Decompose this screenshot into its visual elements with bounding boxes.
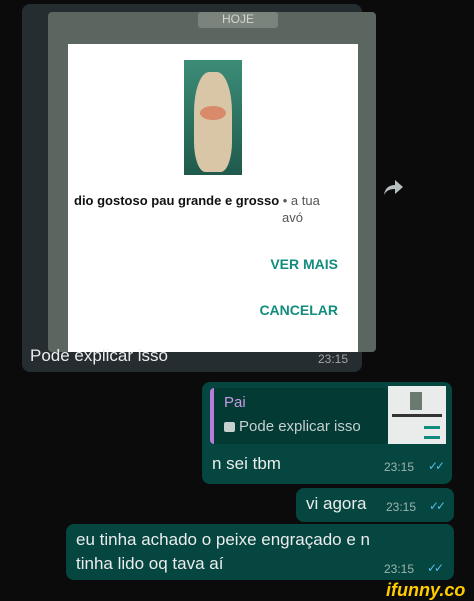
screenshot-dialog: dio gostoso pau grande e grosso • a tua …: [68, 44, 358, 352]
incoming-message-time: 23:15: [318, 352, 349, 366]
outgoing-message-line: tinha lido oq tava aí: [76, 554, 224, 573]
caption-meta-2: avó: [282, 210, 303, 225]
quoted-text: Pode explicar isso: [239, 418, 361, 435]
outgoing-message-time: 23:15: [386, 500, 417, 514]
outgoing-message-bubble[interactable]: eu tinha achado o peixe engraçado e n ti…: [66, 524, 454, 580]
quoted-message[interactable]: Pai Pode explicar isso: [210, 388, 388, 444]
outgoing-message-time: 23:15: [384, 460, 415, 474]
incoming-message-text: Pode explicar isso: [30, 346, 168, 365]
outgoing-message-time: 23:15: [384, 562, 415, 576]
see-more-button: VER MAIS: [270, 256, 338, 272]
fish-photo: [184, 60, 242, 175]
image-icon: [224, 422, 235, 432]
screenshot-caption: dio gostoso pau grande e grosso • a tua: [74, 192, 344, 210]
fish-body: [194, 72, 232, 172]
forward-arrow-icon[interactable]: [383, 178, 405, 196]
outgoing-message-text: vi agora: [306, 494, 367, 513]
caption-meta: • a tua: [279, 193, 320, 208]
outgoing-message-bubble[interactable]: vi agora 23:15 ✓✓: [296, 488, 454, 522]
image-attachment[interactable]: HOJE dio gostoso pau grande e grosso • a…: [48, 12, 376, 352]
site-watermark: ifunny.co: [386, 580, 466, 600]
fish-lips: [200, 106, 226, 120]
read-ticks-icon: ✓✓: [427, 561, 444, 575]
caption-text: dio gostoso pau grande e grosso: [74, 193, 280, 208]
incoming-message-bubble[interactable]: HOJE dio gostoso pau grande e grosso • a…: [22, 4, 376, 372]
date-chip: HOJE: [198, 12, 278, 28]
outgoing-reply-bubble[interactable]: Pai Pode explicar isso n sei tbm 23:15 ✓…: [202, 382, 452, 484]
quoted-text-row: Pode explicar isso: [224, 418, 361, 435]
outgoing-message-line: eu tinha achado o peixe engraçado e n: [76, 530, 370, 549]
read-ticks-icon: ✓✓: [428, 459, 445, 473]
read-ticks-icon: ✓✓: [429, 499, 446, 513]
quoted-thumbnail: [388, 386, 446, 444]
cancel-button: CANCELAR: [259, 302, 338, 318]
quoted-author: Pai: [224, 394, 246, 411]
outgoing-message-text: n sei tbm: [212, 454, 281, 473]
